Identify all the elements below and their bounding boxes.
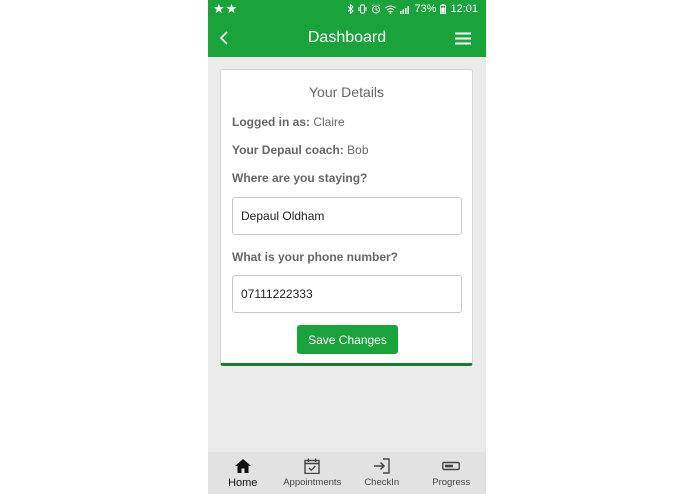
alarm-icon <box>372 4 381 14</box>
logged-in-row: Logged in as: Claire <box>232 115 345 129</box>
status-bar-right: 73% 12:01 <box>347 3 478 15</box>
coach-label: Your Depaul coach: <box>232 143 344 157</box>
nav-checkin[interactable]: CheckIn <box>347 452 417 494</box>
nav-label-progress: Progress <box>432 477 471 488</box>
page-title: Dashboard <box>307 29 387 46</box>
battery-icon <box>440 4 447 14</box>
vibrate-icon <box>358 4 367 14</box>
save-changes-button[interactable]: Save Changes <box>297 325 398 354</box>
coach-value: Bob <box>347 143 369 157</box>
staying-question: Where are you staying? <box>232 171 367 185</box>
staying-input[interactable] <box>232 197 462 235</box>
hamburger-menu-icon[interactable] <box>455 32 471 45</box>
logged-in-value: Claire <box>313 115 345 129</box>
phone-label: What is your phone number? <box>232 250 399 264</box>
nav-label-home: Home <box>228 477 258 489</box>
home-icon <box>234 459 251 473</box>
nav-appointments[interactable]: Appointments <box>278 452 348 494</box>
wifi-icon <box>385 5 397 14</box>
progress-bar-icon <box>442 461 461 471</box>
bottom-nav: Home Appointments CheckIn Progress <box>208 452 486 494</box>
notification-stars-icon: ★★ <box>213 1 239 16</box>
sign-in-icon <box>373 458 390 474</box>
battery-percent: 73% <box>414 3 437 15</box>
nav-home[interactable]: Home <box>208 452 278 494</box>
signal-icon <box>400 5 410 14</box>
staying-label: Where are you staying? <box>232 171 368 185</box>
clock-time: 12:01 <box>450 3 478 15</box>
phone-screen: ★★ 73% 12:01 Dashboard Your Details Logg… <box>208 0 486 494</box>
nav-progress[interactable]: Progress <box>417 452 487 494</box>
details-card: Your Details Logged in as: Claire Your D… <box>220 69 473 366</box>
status-bar: ★★ 73% 12:01 <box>208 0 486 19</box>
phone-input[interactable] <box>232 275 462 313</box>
calendar-check-icon <box>304 458 320 474</box>
nav-label-checkin: CheckIn <box>364 477 400 488</box>
nav-label-appointments: Appointments <box>283 477 342 488</box>
app-bar: Dashboard <box>208 19 486 57</box>
bluetooth-icon <box>348 4 355 14</box>
logged-in-label: Logged in as: <box>232 115 310 129</box>
phone-question: What is your phone number? <box>232 250 398 264</box>
details-title: Your Details <box>309 84 384 100</box>
coach-row: Your Depaul coach: Bob <box>232 143 369 157</box>
